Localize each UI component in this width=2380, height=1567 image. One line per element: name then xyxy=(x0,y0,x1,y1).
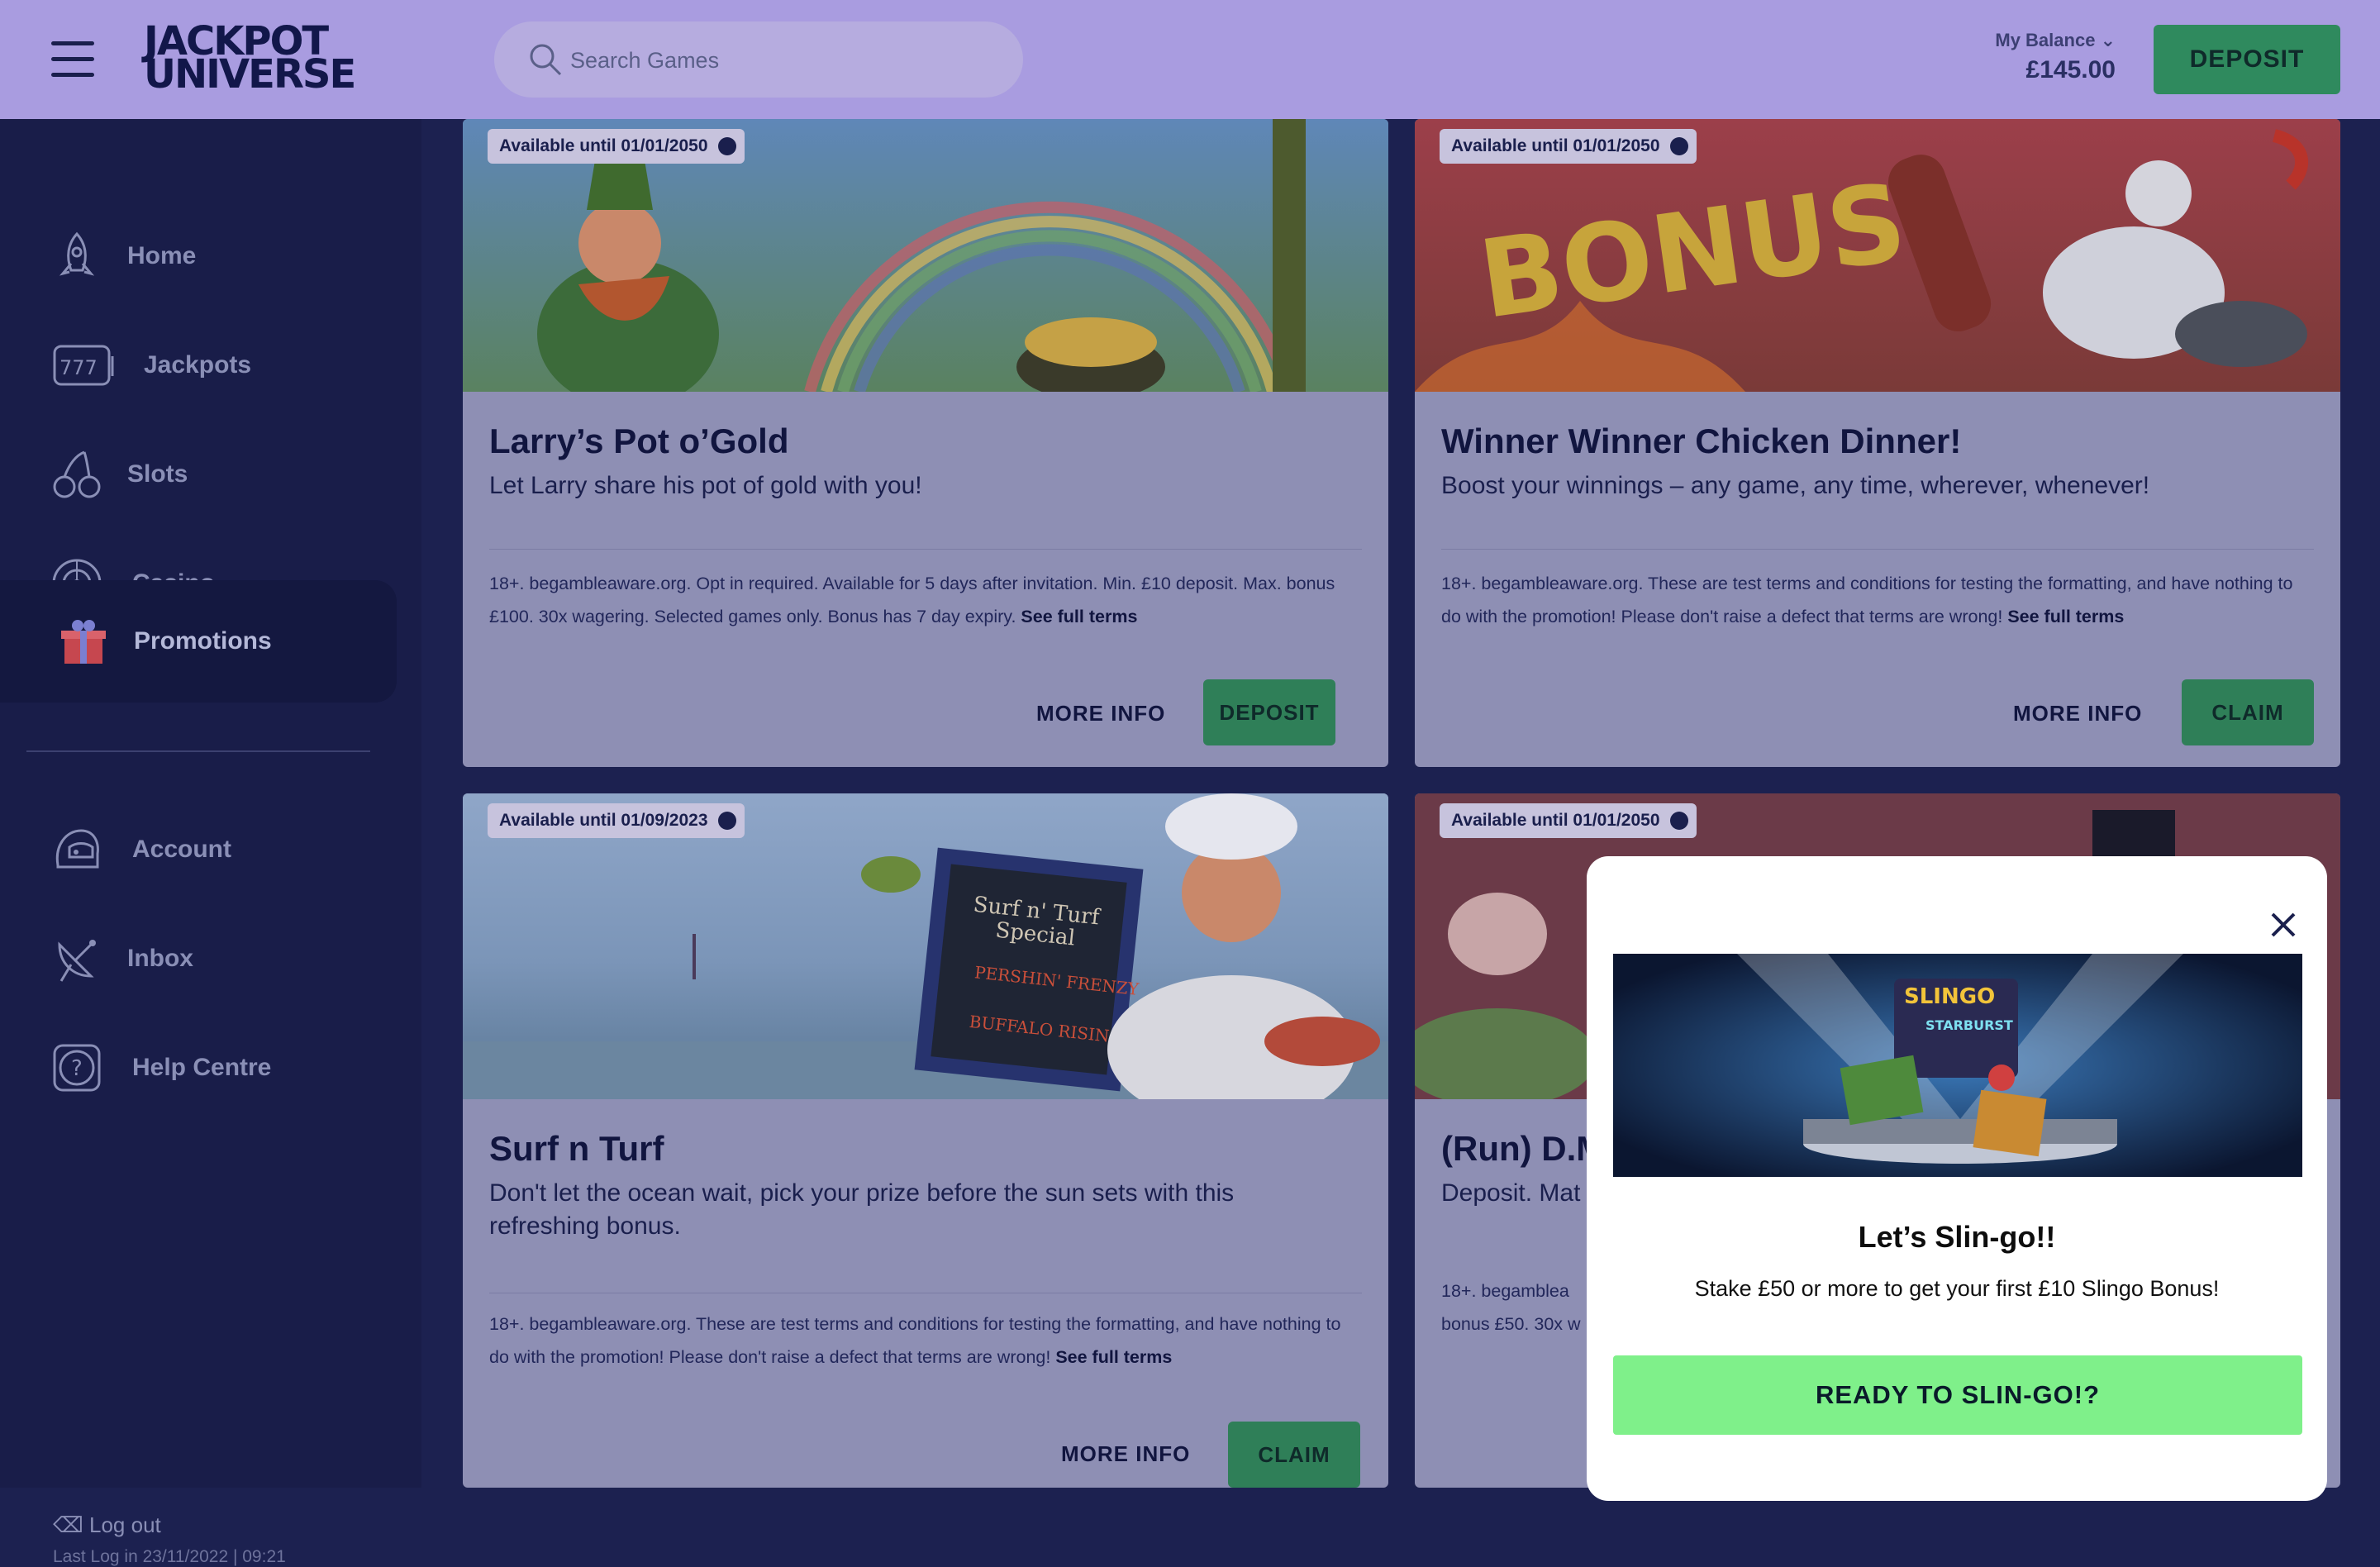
slingo-promo-modal: SLINGO STARBURST Let’s Slin-go!! Stake £… xyxy=(1587,856,2327,1501)
promo-divider xyxy=(489,549,1362,550)
sidebar-item-label: Slots xyxy=(127,460,188,488)
sidebar-divider xyxy=(26,750,370,752)
availability-badge: Available until 01/01/2050 xyxy=(1440,803,1697,838)
modal-title: Let’s Slin-go!! xyxy=(1858,1220,2056,1254)
slingo-hero-image: SLINGO STARBURST xyxy=(1613,954,2302,1177)
logout-label: Log out xyxy=(89,1512,161,1537)
search-bar[interactable] xyxy=(494,21,1023,98)
sidebar-item-label: Promotions xyxy=(134,627,272,655)
promo-terms: 18+. begambleaware.org. These are test t… xyxy=(489,1307,1365,1374)
last-login-text: Last Log in 23/11/2022 | 09:21 xyxy=(53,1547,286,1566)
search-input[interactable] xyxy=(569,38,1002,83)
svg-text:?: ? xyxy=(71,1056,83,1081)
clock-icon xyxy=(717,137,736,155)
promo-subtitle: Let Larry share his pot of gold with you… xyxy=(489,472,922,499)
question-icon: ? xyxy=(53,1044,101,1092)
see-full-terms-link[interactable]: See full terms xyxy=(1021,607,1137,626)
sidebar-item-jackpots[interactable]: 777 Jackpots xyxy=(0,307,397,423)
close-icon[interactable] xyxy=(2269,911,2297,939)
modal-message: Stake £50 or more to get your first £10 … xyxy=(1694,1276,2220,1301)
see-full-terms-link[interactable]: See full terms xyxy=(1055,1347,1172,1367)
promo-title: Winner Winner Chicken Dinner! xyxy=(1441,422,1962,460)
availability-badge: Available until 01/01/2050 xyxy=(1440,129,1697,164)
sidebar-item-home[interactable]: Home xyxy=(0,198,397,314)
cherries-icon xyxy=(53,450,101,498)
promo-banner-image: Surf n' Turf Special PERSHIN' FRENZY BUF… xyxy=(463,793,1388,1099)
site-logo[interactable]: JACKPOT UNIVERSE xyxy=(144,21,392,98)
sidebar-item-label: Inbox xyxy=(127,945,193,972)
sidebar-item-inbox[interactable]: Inbox xyxy=(0,901,397,1017)
deposit-button[interactable]: DEPOSIT xyxy=(2154,25,2340,94)
sidebar-item-account[interactable]: Account xyxy=(0,792,397,907)
promo-card: Surf n' Turf Special PERSHIN' FRENZY BUF… xyxy=(463,793,1388,1488)
hamburger-menu-icon[interactable] xyxy=(51,41,94,78)
availability-badge: Available until 01/01/2050 xyxy=(488,129,745,164)
promo-title: Larry’s Pot o’Gold xyxy=(489,422,789,460)
availability-text: Available until 01/09/2023 xyxy=(499,811,708,830)
sidebar-item-label: Help Centre xyxy=(132,1054,272,1081)
sidebar-item-promotions[interactable]: Promotions xyxy=(0,580,397,703)
chevron-down-icon: ⌄ xyxy=(2100,30,2116,50)
sidebar-item-label: Jackpots xyxy=(144,351,252,379)
more-info-button[interactable]: MORE INFO xyxy=(1061,1441,1190,1467)
logo-line2: UNIVERSE xyxy=(144,51,356,98)
balance-amount: £145.00 xyxy=(2025,56,2116,83)
promo-terms-text: 18+. begambleaware.org. These are test t… xyxy=(1441,574,2293,626)
promo-terms-text: 18+. begambleaware.org. Opt in required.… xyxy=(489,574,1335,626)
slingo-logo-text: SLINGO xyxy=(1904,984,1995,1009)
sidebar-item-label: Home xyxy=(127,242,197,269)
logout-icon: ⌫ xyxy=(53,1512,83,1537)
more-info-button[interactable]: MORE INFO xyxy=(1036,701,1165,726)
promo-terms-text: 18+. begambleaware.org. These are test t… xyxy=(489,1314,1341,1367)
availability-text: Available until 01/01/2050 xyxy=(1451,136,1660,155)
clock-icon xyxy=(1669,137,1688,155)
sidebar: Home 777 Jackpots Slots Casino Promotion… xyxy=(0,119,421,1566)
sidebar-item-label: Account xyxy=(132,836,231,863)
promo-claim-button[interactable]: CLAIM xyxy=(2182,679,2314,745)
balance-label: My Balance xyxy=(1995,30,2096,50)
promo-terms: 18+. begambleaware.org. These are test t… xyxy=(1441,567,2317,633)
gift-icon xyxy=(61,620,106,664)
search-icon xyxy=(530,44,562,76)
logout-link[interactable]: ⌫ Log out xyxy=(53,1512,161,1538)
promo-terms: 18+. begambleaware.org. Opt in required.… xyxy=(489,567,1365,633)
availability-text: Available until 01/01/2050 xyxy=(1451,811,1660,830)
slot-machine-icon: 777 xyxy=(53,345,114,386)
promo-title: (Run) D.M xyxy=(1441,1129,1606,1168)
sidebar-item-slots[interactable]: Slots xyxy=(0,417,397,532)
ready-to-slingo-button[interactable]: READY TO SLIN-GO!? xyxy=(1613,1355,2302,1435)
promo-subtitle: Don't let the ocean wait, pick your priz… xyxy=(489,1179,1235,1240)
see-full-terms-link[interactable]: See full terms xyxy=(2007,607,2124,626)
promo-title: Surf n Turf xyxy=(489,1129,664,1168)
astronaut-helmet-icon xyxy=(55,829,99,869)
satellite-dish-icon xyxy=(58,940,96,982)
sidebar-item-help-centre[interactable]: ? Help Centre xyxy=(0,1010,397,1126)
top-header: JACKPOT UNIVERSE My Balance ⌄ £145.00 DE… xyxy=(0,0,2380,119)
promo-card: Available until 01/01/2050 Larry’s Pot o… xyxy=(463,119,1388,767)
more-info-button[interactable]: MORE INFO xyxy=(2013,701,2142,726)
promo-claim-button[interactable]: CLAIM xyxy=(1228,1422,1360,1488)
svg-text:777: 777 xyxy=(60,356,98,379)
promo-deposit-button[interactable]: DEPOSIT xyxy=(1203,679,1335,745)
availability-text: Available until 01/01/2050 xyxy=(499,136,708,155)
clock-icon xyxy=(717,812,736,830)
promo-divider xyxy=(1441,549,2314,550)
promo-subtitle: Boost your winnings – any game, any time… xyxy=(1441,472,2150,499)
starburst-logo-text: STARBURST xyxy=(1925,1017,2013,1033)
availability-badge: Available until 01/09/2023 xyxy=(488,803,745,838)
rocket-icon xyxy=(59,231,95,276)
balance-display[interactable]: My Balance ⌄ £145.00 xyxy=(1995,30,2116,84)
promo-card: BONUS Available until 01/01/2050 Winner … xyxy=(1415,119,2340,767)
clock-icon xyxy=(1669,812,1688,830)
